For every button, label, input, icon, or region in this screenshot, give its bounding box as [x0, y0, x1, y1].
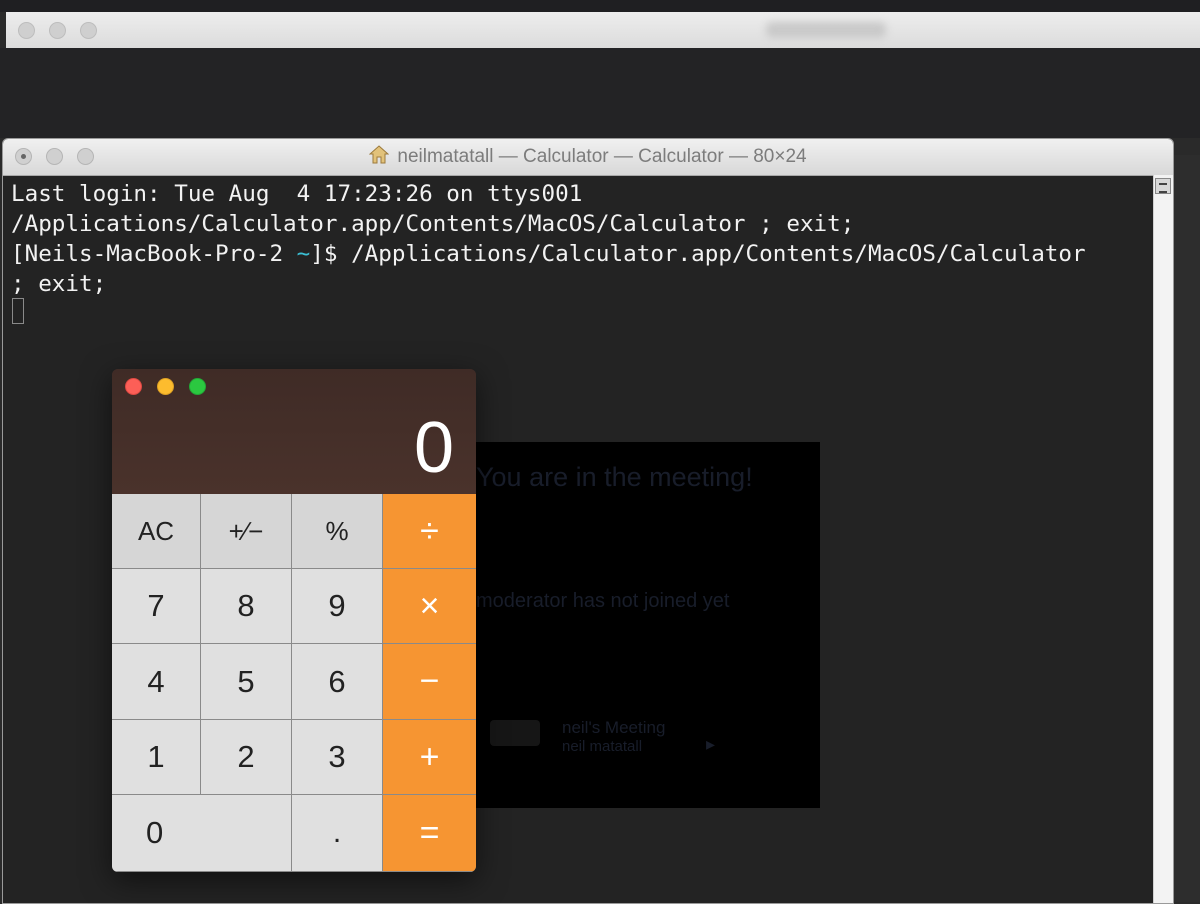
meeting-name[interactable]: neil's Meeting	[562, 718, 665, 738]
background-window-content	[0, 48, 1200, 138]
blurred-title	[766, 22, 886, 38]
divide-button[interactable]: ÷	[383, 494, 476, 569]
six-button[interactable]: 6	[292, 644, 383, 720]
decimal-button[interactable]: .	[292, 795, 383, 872]
background-window-edge	[1173, 155, 1200, 902]
calculator-zoom-button[interactable]	[189, 378, 206, 395]
menu-bar-strip	[0, 0, 1200, 12]
four-button[interactable]: 4	[112, 644, 201, 720]
seven-button[interactable]: 7	[112, 569, 201, 644]
terminal-line: [Neils-MacBook-Pro-2 ~]$ /Applications/C…	[11, 239, 1086, 269]
one-button[interactable]: 1	[112, 720, 201, 795]
terminal-output[interactable]: Last login: Tue Aug 4 17:23:26 on ttys00…	[11, 179, 1086, 299]
chevron-right-icon[interactable]: ▸	[706, 734, 715, 755]
meeting-avatar	[490, 720, 540, 746]
terminal-title: neilmatatall — Calculator — Calculator —…	[3, 139, 1173, 175]
meeting-user: neil matatall	[562, 738, 643, 755]
eight-button[interactable]: 8	[201, 569, 292, 644]
scroll-icon[interactable]	[1155, 178, 1171, 194]
ac-button[interactable]: AC	[112, 494, 201, 569]
plus-button[interactable]: +	[383, 720, 476, 795]
meeting-status-title: You are in the meeting!	[476, 462, 753, 492]
bg-zoom-button[interactable]	[80, 22, 97, 39]
prompt-prefix: [Neils-MacBook-Pro-2	[11, 241, 297, 267]
terminal-line: Last login: Tue Aug 4 17:23:26 on ttys00…	[11, 181, 583, 207]
bg-minimize-button[interactable]	[49, 22, 66, 39]
three-button[interactable]: 3	[292, 720, 383, 795]
nine-button[interactable]: 9	[292, 569, 383, 644]
calculator-display-area: 0	[112, 369, 476, 494]
terminal-line: ; exit;	[11, 271, 107, 297]
meeting-status-subtitle: moderator has not joined yet	[476, 590, 730, 612]
zero-button[interactable]: 0	[112, 795, 292, 872]
terminal-scrollbar[interactable]	[1153, 175, 1173, 903]
home-icon	[369, 141, 390, 177]
five-button[interactable]: 5	[201, 644, 292, 720]
bg-close-button[interactable]	[18, 22, 35, 39]
calculator-minimize-button[interactable]	[157, 378, 174, 395]
equals-button[interactable]: =	[383, 795, 476, 872]
calculator-close-button[interactable]	[125, 378, 142, 395]
terminal-cursor	[12, 298, 24, 324]
prompt-tilde: ~	[296, 241, 311, 267]
sign-button[interactable]: +∕−	[201, 494, 292, 569]
terminal-line: /Applications/Calculator.app/Contents/Ma…	[11, 211, 855, 237]
prompt-command: ]$ /Applications/Calculator.app/Contents…	[310, 241, 1086, 267]
calculator-display: 0	[413, 408, 454, 488]
calculator-window[interactable]: 0 AC +∕− % ÷ 7 8 9 × 4 5 6 − 1 2 3 + 0 .…	[112, 369, 476, 872]
two-button[interactable]: 2	[201, 720, 292, 795]
multiply-button[interactable]: ×	[383, 569, 476, 644]
background-window-titlebar[interactable]	[6, 12, 1200, 49]
percent-button[interactable]: %	[292, 494, 383, 569]
meeting-window[interactable]: You are in the meeting! moderator has no…	[476, 442, 820, 808]
terminal-titlebar[interactable]: neilmatatall — Calculator — Calculator —…	[3, 139, 1173, 176]
minus-button[interactable]: −	[383, 644, 476, 720]
calculator-keypad: AC +∕− % ÷ 7 8 9 × 4 5 6 − 1 2 3 + 0 . =	[112, 494, 476, 872]
terminal-title-text: neilmatatall — Calculator — Calculator —…	[397, 146, 807, 167]
